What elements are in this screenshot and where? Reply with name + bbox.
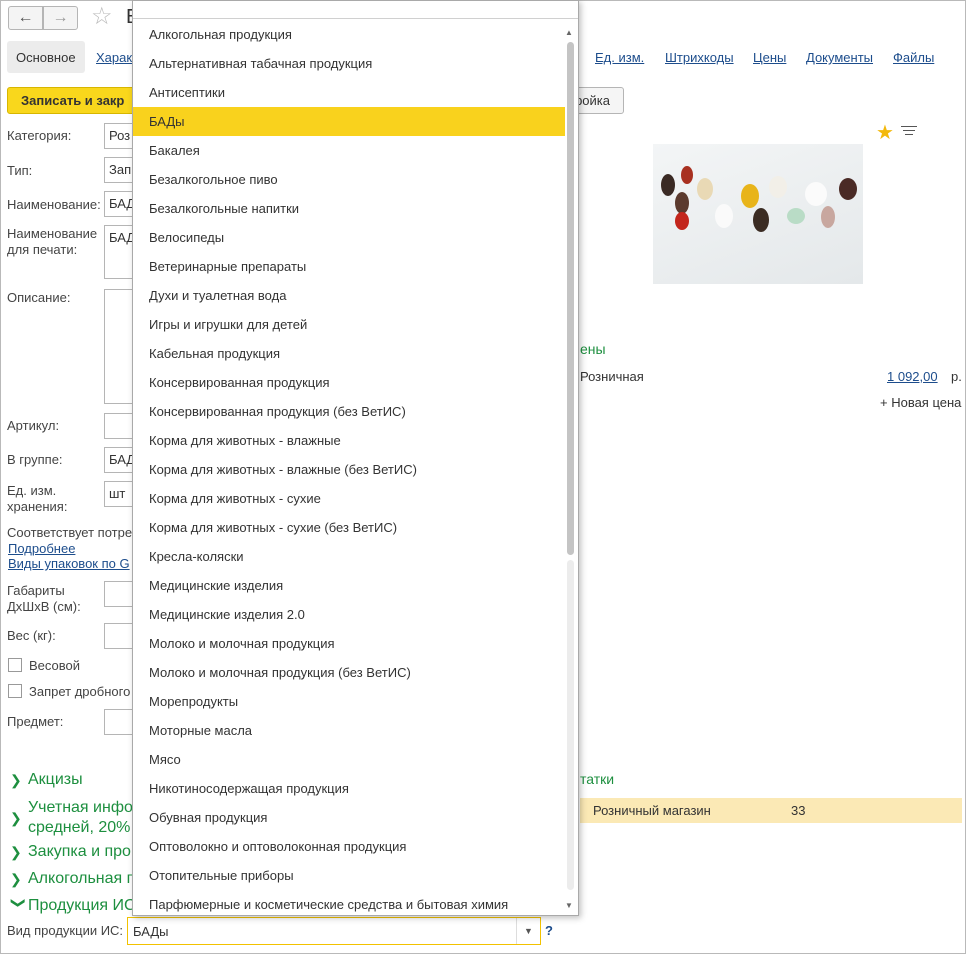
section-accounting[interactable]: ❯ Учетная инфо средней, 20% (10, 798, 133, 838)
dropdown-top-edge (133, 1, 578, 19)
product-type-dropdown[interactable]: Алкогольная продукция Альтернативная таба… (132, 0, 579, 916)
tab-barcodes[interactable]: Штрихкоды (665, 50, 734, 65)
category-label: Категория: (7, 128, 72, 143)
dropdown-item[interactable]: Безалкогольные напитки (133, 194, 565, 223)
chevron-right-icon: ❯ (10, 772, 22, 788)
store-name: Розничный магазин (593, 803, 711, 818)
is-product-type-value: БАДы (133, 924, 169, 939)
more-link[interactable]: Подробнее (8, 541, 75, 556)
dropdown-item[interactable]: Медицинские изделия 2.0 (133, 600, 565, 629)
weight-label: Вес (кг): (7, 628, 56, 643)
subject-label: Предмет: (7, 714, 64, 729)
dropdown-item[interactable]: Кресла-коляски (133, 542, 565, 571)
section-purchase[interactable]: ❯ Закупка и про (10, 842, 131, 862)
star-icon[interactable]: ★ (876, 120, 894, 145)
stock-section-title: татки (580, 771, 615, 787)
dropdown-item[interactable]: Парфюмерные и косметические средства и б… (133, 890, 565, 915)
group-label: В группе: (7, 452, 63, 467)
dropdown-item[interactable]: Морепродукты (133, 687, 565, 716)
dropdown-item[interactable]: Отопительные приборы (133, 861, 565, 890)
dimensions-label: Габариты ДхШхВ (см): (7, 583, 81, 614)
dropdown-item[interactable]: Игры и игрушки для детей (133, 310, 565, 339)
back-button[interactable]: ← (8, 6, 43, 30)
type-label: Тип: (7, 163, 33, 178)
section-is-products[interactable]: ❯ Продукция ИС (10, 896, 136, 916)
dropdown-item[interactable]: Корма для животных - сухие (133, 484, 565, 513)
prices-section-title: ены (580, 341, 606, 357)
tab-documents[interactable]: Документы (806, 50, 873, 65)
dropdown-item[interactable]: Никотиносодержащая продукция (133, 774, 565, 803)
dropdown-item[interactable]: Корма для животных - сухие (без ВетИС) (133, 513, 565, 542)
article-label: Артикул: (7, 418, 60, 433)
chevron-right-icon: ❯ (10, 844, 22, 860)
dropdown-list: Алкогольная продукция Альтернативная таба… (133, 20, 565, 915)
favorite-star-icon[interactable]: ☆ (91, 4, 113, 30)
storage-unit-label: Ед. изм. хранения: (7, 483, 68, 514)
dropdown-item[interactable]: Молоко и молочная продукция (133, 629, 565, 658)
fractional-ban-label: Запрет дробного (29, 684, 131, 699)
dropdown-item[interactable]: Ветеринарные препараты (133, 252, 565, 281)
tab-main[interactable]: Основное (7, 41, 85, 73)
dropdown-item[interactable]: Обувная продукция (133, 803, 565, 832)
description-label: Описание: (7, 290, 71, 305)
arrow-right-icon: → (52, 9, 69, 26)
tab-units[interactable]: Ед. изм. (595, 50, 644, 65)
scrollbar-track (567, 560, 574, 890)
fractional-ban-checkbox[interactable] (8, 684, 22, 698)
chevron-right-icon: ❯ (10, 871, 22, 887)
dropdown-item[interactable]: Молоко и молочная продукция (без ВетИС) (133, 658, 565, 687)
forward-button[interactable]: → (43, 6, 78, 30)
dropdown-item[interactable]: Корма для животных - влажные (133, 426, 565, 455)
dropdown-item[interactable]: Моторные масла (133, 716, 565, 745)
dropdown-item[interactable]: Антисептики (133, 78, 565, 107)
scrollbar-thumb[interactable] (567, 42, 574, 555)
is-product-type-field[interactable]: БАДы ▼ (127, 917, 541, 945)
stock-qty: 33 (791, 803, 806, 818)
section-excise[interactable]: ❯ Акцизы (10, 770, 83, 790)
weighted-label: Весовой (29, 658, 81, 673)
dropdown-item[interactable]: Бакалея (133, 136, 565, 165)
dropdown-item[interactable]: Корма для животных - влажные (без ВетИС) (133, 455, 565, 484)
scroll-down-icon[interactable]: ▼ (565, 901, 573, 910)
dropdown-item[interactable]: Консервированная продукция (133, 368, 565, 397)
tab-characteristics[interactable]: Харак (96, 50, 132, 65)
chevron-down-icon: ❯ (11, 897, 27, 909)
print-name-label: Наименование для печати: (7, 226, 98, 257)
name-label: Наименование: (7, 197, 101, 212)
dropdown-item[interactable]: Безалкогольное пиво (133, 165, 565, 194)
dropdown-item[interactable]: Медицинские изделия (133, 571, 565, 600)
retail-price-value[interactable]: 1 092,00 (887, 369, 938, 384)
arrow-left-icon: ← (17, 9, 34, 26)
tab-files[interactable]: Файлы (893, 50, 934, 65)
is-product-type-label: Вид продукции ИС: (7, 923, 124, 938)
matches-text: Соответствует потре (7, 525, 133, 540)
help-icon[interactable]: ? (545, 923, 553, 938)
filter-icon[interactable] (901, 126, 917, 138)
dropdown-scrollbar[interactable]: ▲ ▼ (563, 20, 577, 914)
dropdown-item[interactable]: Велосипеды (133, 223, 565, 252)
tab-prices[interactable]: Цены (753, 50, 786, 65)
new-price-button[interactable]: + Новая цена (880, 395, 961, 410)
packaging-link[interactable]: Виды упаковок по G (8, 556, 130, 571)
dropdown-item[interactable]: Консервированная продукция (без ВетИС) (133, 397, 565, 426)
save-and-close-button[interactable]: Записать и закр (7, 87, 137, 114)
retail-price-label: Розничная (580, 369, 644, 384)
dropdown-item[interactable]: Альтернативная табачная продукция (133, 49, 565, 78)
dropdown-item[interactable]: Мясо (133, 745, 565, 774)
dropdown-item[interactable]: Кабельная продукция (133, 339, 565, 368)
dropdown-item[interactable]: Духи и туалетная вода (133, 281, 565, 310)
chevron-right-icon: ❯ (10, 810, 22, 826)
dropdown-arrow-icon[interactable]: ▼ (516, 918, 540, 944)
currency-label: р. (951, 369, 962, 384)
product-image (653, 144, 863, 284)
dropdown-item[interactable]: Алкогольная продукция (133, 20, 565, 49)
scroll-up-icon[interactable]: ▲ (565, 28, 573, 37)
weighted-checkbox[interactable] (8, 658, 22, 672)
section-alcohol[interactable]: ❯ Алкогольная п (10, 869, 135, 889)
stock-row[interactable]: Розничный магазин 33 (580, 798, 962, 823)
dropdown-item[interactable]: Оптоволокно и оптоволоконная продукция (133, 832, 565, 861)
dropdown-item[interactable]: БАДы (133, 107, 565, 136)
